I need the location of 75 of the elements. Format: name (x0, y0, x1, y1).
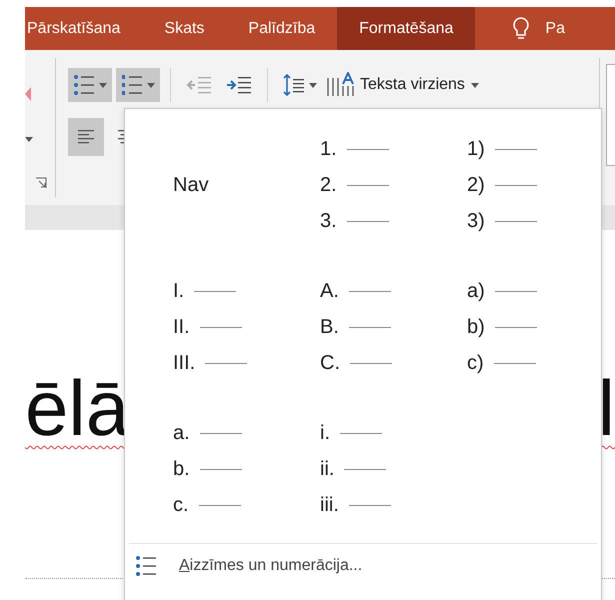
placeholder-line (346, 184, 389, 186)
placeholder-line (346, 220, 389, 222)
slide-title-text: ēlā (25, 368, 130, 448)
number-marker: 1) (467, 138, 485, 160)
number-marker: a. (173, 422, 190, 444)
number-marker: C. (320, 352, 340, 374)
number-marker: iii. (320, 494, 339, 516)
dialog-launcher-icon[interactable] (35, 177, 47, 189)
bullets-and-numbering-link[interactable]: Aizzīmes un numerācija... (179, 557, 362, 575)
ribbon-tab[interactable]: Skats (142, 7, 226, 50)
line-spacing-icon (283, 73, 305, 97)
number-marker: II. (173, 316, 190, 338)
numbering-option[interactable]: 1) 2) 3) (455, 131, 602, 239)
numbered-list-icon (121, 74, 143, 96)
placeholder-line (198, 504, 241, 506)
number-marker: B. (320, 316, 339, 338)
numbering-option[interactable]: 1. 2. 3. (308, 131, 455, 239)
placeholder-line (494, 290, 537, 292)
caret-icon (309, 82, 317, 88)
bullets-button[interactable] (68, 68, 112, 102)
ribbon-tab[interactable]: Formatēšana (337, 7, 476, 50)
placeholder-line (200, 432, 242, 434)
bullet-list-icon (135, 555, 157, 577)
number-marker: 2) (467, 174, 485, 196)
number-marker: ii. (320, 458, 334, 480)
number-marker: b) (467, 316, 485, 338)
caret-icon (25, 137, 33, 142)
placeholder-line (350, 362, 392, 364)
indent-icon (226, 75, 252, 95)
caret-icon (99, 82, 107, 88)
bullet-list-icon (73, 74, 95, 96)
numbering-option[interactable]: I. II. III. (161, 273, 308, 381)
placeholder-line (344, 468, 386, 470)
align-left-icon (77, 129, 95, 145)
lightbulb-icon[interactable] (511, 16, 532, 42)
no-numbering-option[interactable]: Nav (161, 131, 308, 239)
number-marker: c. (173, 494, 189, 516)
number-marker: A. (320, 280, 339, 302)
placeholder-line (200, 468, 242, 470)
number-marker: 3) (467, 210, 485, 232)
numbering-option[interactable]: A. B. C. (308, 273, 455, 381)
caret-icon (470, 82, 479, 88)
placeholder-line (205, 362, 248, 364)
numbering-option[interactable]: i. ii. iii. (308, 415, 455, 523)
text-direction-label[interactable]: Teksta virziens (360, 76, 465, 94)
placeholder-line (340, 432, 382, 434)
number-marker: i. (320, 422, 330, 444)
number-marker: c) (467, 352, 484, 374)
placeholder-line (494, 220, 537, 222)
placeholder-line (494, 326, 537, 328)
placeholder-line (348, 504, 391, 506)
placeholder-line (494, 148, 537, 150)
placeholder-line (348, 290, 391, 292)
numbering-option[interactable]: a. b. c. (161, 415, 308, 523)
ribbon-tab[interactable]: Palīdzība (226, 7, 338, 50)
outdent-icon (186, 75, 212, 95)
placeholder-line (494, 362, 536, 364)
text-direction-icon (326, 72, 354, 98)
caret-icon (147, 82, 155, 88)
numbering-button[interactable] (116, 68, 160, 102)
ribbon-tab[interactable]: Pārskatīšana (25, 7, 142, 50)
number-marker: 1. (320, 138, 337, 160)
number-marker: 2. (320, 174, 337, 196)
placeholder-line (194, 290, 236, 292)
number-marker: I. (173, 280, 184, 302)
number-marker: b. (173, 458, 190, 480)
align-left-button[interactable] (68, 118, 104, 156)
number-marker: a) (467, 280, 485, 302)
placeholder-line (494, 184, 537, 186)
number-marker: 3. (320, 210, 337, 232)
placeholder-line (346, 148, 389, 150)
placeholder-line (200, 326, 242, 328)
placeholder-line (348, 326, 391, 328)
tell-me-tab[interactable]: Pa (545, 7, 565, 50)
number-marker: III. (173, 352, 196, 374)
